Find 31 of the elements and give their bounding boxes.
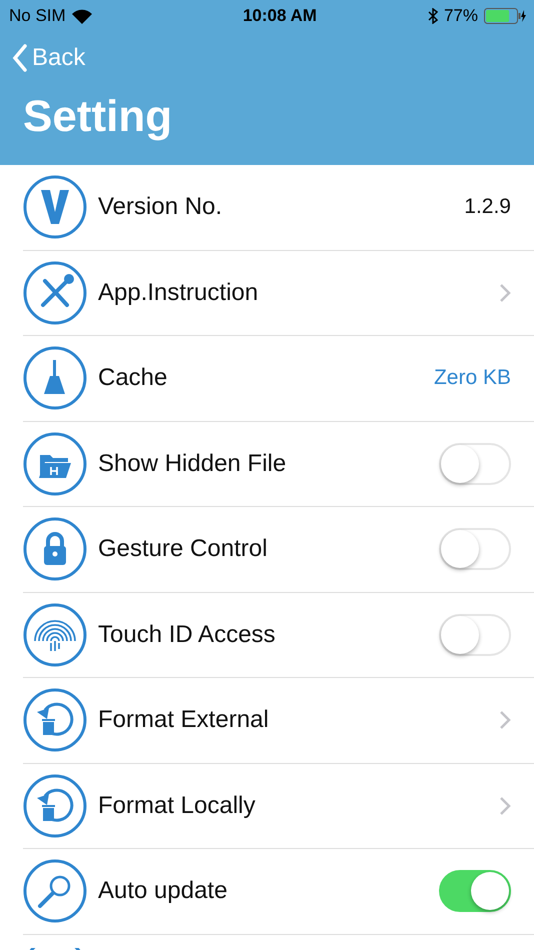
setting-label: Gesture Control xyxy=(98,535,268,564)
toggle-switch[interactable] xyxy=(439,870,511,912)
v-letter-icon xyxy=(23,175,87,240)
back-button[interactable]: Back xyxy=(12,42,86,74)
battery-charging-icon xyxy=(484,8,526,24)
battery-percent: 77% xyxy=(444,6,478,26)
broom-icon xyxy=(23,346,87,410)
trash-restore-icon xyxy=(23,774,87,838)
setting-label: Format External xyxy=(98,706,270,734)
page-title: Setting xyxy=(23,92,174,142)
chevron-icon xyxy=(499,710,511,730)
padlock-icon xyxy=(23,517,87,582)
wifi-icon xyxy=(72,8,92,24)
setting-label: Cache xyxy=(98,364,168,392)
setting-label: App.Instruction xyxy=(98,278,260,307)
carrier-text: No SIM xyxy=(9,6,66,26)
bluetooth-icon xyxy=(428,8,438,24)
trash-restore-icon xyxy=(23,688,87,752)
back-chevron-icon xyxy=(12,44,28,72)
setting-label: Auto update xyxy=(98,877,228,906)
setting-label: Touch ID Access xyxy=(98,620,276,649)
setting-label: Show Hidden File xyxy=(98,450,288,478)
chevron-icon xyxy=(499,796,511,816)
clock-text: 10:08 AM xyxy=(242,6,317,26)
setting-label: Version No. xyxy=(98,193,224,222)
chevron-icon xyxy=(499,282,511,303)
fingerprint-icon xyxy=(23,602,87,667)
cache-size-link[interactable]: Zero KB xyxy=(434,366,511,390)
version-value: 1.2.9 xyxy=(464,195,511,220)
folder-icon xyxy=(23,432,87,496)
setting-label: Format Locally xyxy=(98,792,256,820)
